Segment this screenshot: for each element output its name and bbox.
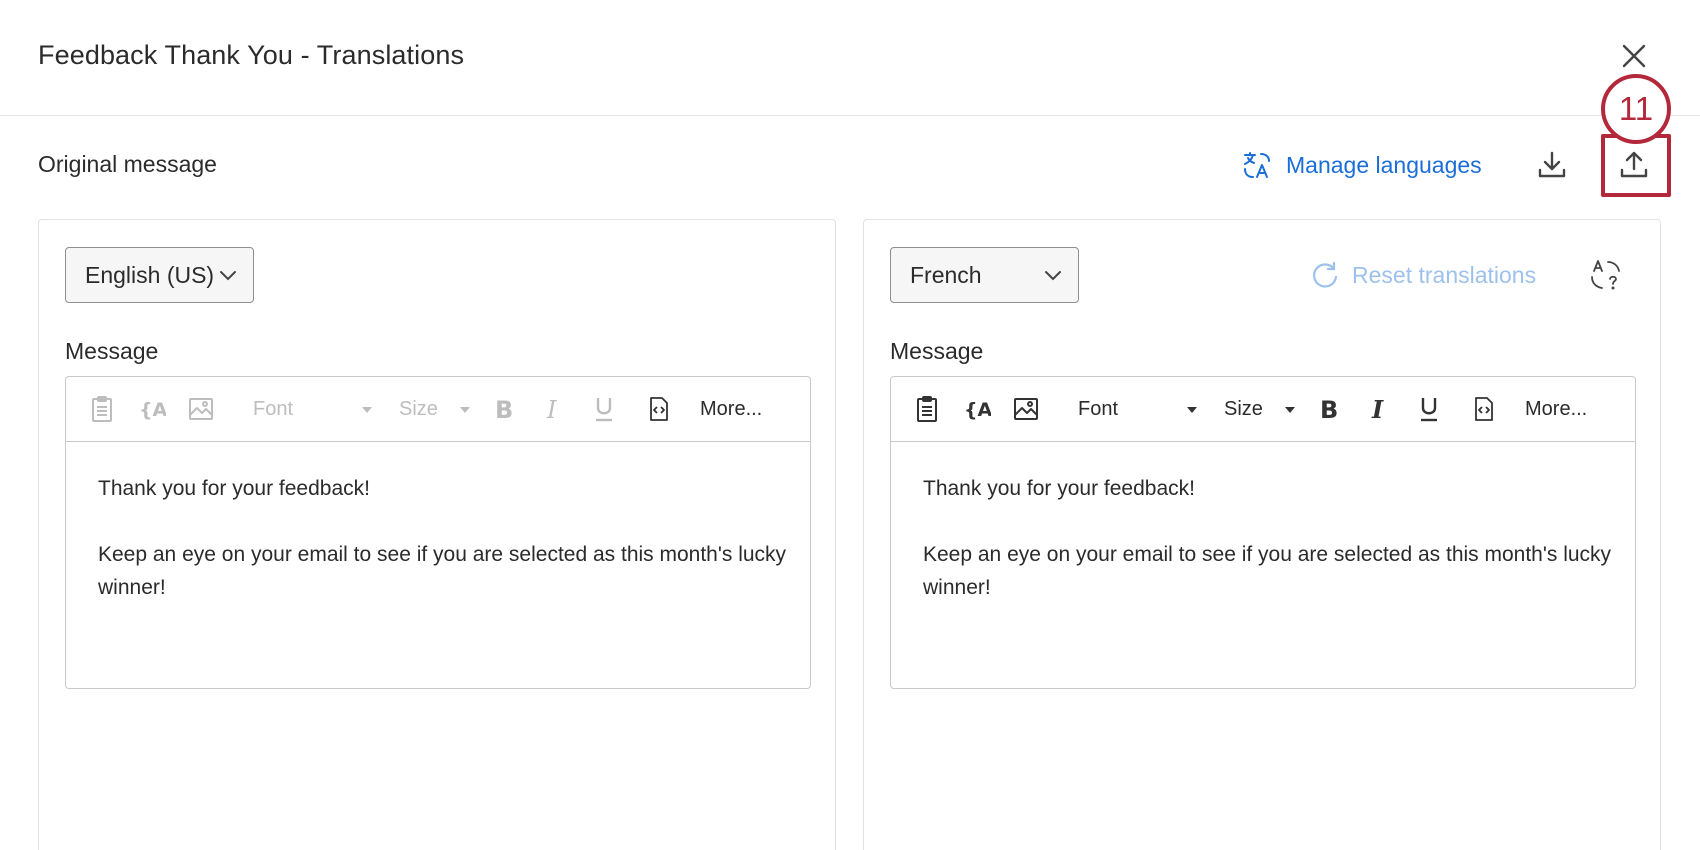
chevron-down-icon: [220, 271, 236, 281]
refresh-icon: [1313, 261, 1338, 288]
svg-text:{A}: {A}: [139, 399, 166, 421]
italic-icon: I: [546, 396, 557, 422]
reset-translations-button[interactable]: Reset translations: [1310, 257, 1536, 293]
underline-icon: [596, 398, 612, 422]
paste-button[interactable]: [915, 394, 939, 424]
original-message-editor: {A} Font Si: [65, 376, 811, 689]
piped-text-icon: {A}: [139, 399, 166, 421]
detect-language-button[interactable]: [1588, 257, 1624, 293]
size-dropdown: Size: [399, 394, 471, 424]
detect-language-icon: [1591, 260, 1620, 290]
manage-languages-button[interactable]: Manage languages: [1242, 145, 1482, 185]
dialog-header: Feedback Thank You - Translations: [0, 0, 1700, 116]
italic-button: I: [544, 394, 564, 424]
image-icon: [1014, 398, 1038, 420]
translation-language-dropdown[interactable]: French: [890, 247, 1079, 303]
caret-down-icon: [1285, 407, 1295, 413]
underline-button[interactable]: [1418, 394, 1440, 424]
translation-message-editor[interactable]: {A} Font Si: [890, 376, 1636, 689]
chevron-down-icon: [1045, 271, 1061, 281]
message-label: Message: [65, 338, 159, 364]
underline-button: [593, 394, 615, 424]
bold-icon: B: [495, 396, 513, 422]
caret-down-icon: [362, 407, 372, 413]
translate-icon: [1244, 152, 1270, 178]
editor-toolbar: {A} Font Si: [66, 377, 810, 442]
underline-icon: [1421, 398, 1437, 422]
svg-text:I: I: [1371, 396, 1384, 422]
original-language-panel: English (US) Message {A Font Size B I Mo…: [38, 219, 836, 850]
message-body[interactable]: Thank you for your feedback! Keep an eye…: [923, 472, 1613, 637]
source-code-button[interactable]: [1473, 394, 1495, 424]
font-dropdown[interactable]: Font: [1078, 394, 1198, 424]
image-icon: [189, 398, 213, 420]
font-dropdown: Font: [253, 394, 373, 424]
paste-button: [90, 394, 114, 424]
more-options-button[interactable]: More...: [700, 394, 762, 424]
translation-language-panel: French Reset translations Message {A Fon…: [863, 219, 1661, 850]
translations-dialog: Feedback Thank You - Translations Origin…: [0, 0, 1700, 850]
message-line: Thank you for your feedback!: [98, 477, 370, 500]
size-label: Size: [1224, 397, 1263, 420]
font-label: Font: [253, 397, 294, 420]
insert-image-button[interactable]: [1013, 394, 1039, 424]
piped-text-button[interactable]: {A}: [963, 394, 991, 424]
bold-icon: B: [1320, 396, 1338, 422]
original-message-label: Original message: [38, 151, 217, 177]
editor-toolbar: {A} Font Si: [891, 377, 1635, 442]
bold-button[interactable]: B: [1319, 394, 1339, 424]
source-code-icon: [650, 397, 668, 421]
message-body: Thank you for your feedback! Keep an eye…: [98, 472, 788, 637]
caret-down-icon: [460, 407, 470, 413]
svg-text:B: B: [495, 396, 513, 422]
clipboard-icon: [92, 396, 112, 422]
message-line: Keep an eye on your email to see if you …: [98, 543, 787, 599]
download-icon: [1538, 151, 1566, 178]
original-language-dropdown[interactable]: English (US): [65, 247, 254, 303]
italic-button[interactable]: I: [1369, 394, 1389, 424]
message-line: Keep an eye on your email to see if you …: [923, 543, 1612, 599]
svg-text:B: B: [1320, 396, 1338, 422]
selected-language: French: [910, 261, 982, 288]
message-label: Message: [890, 338, 984, 364]
caret-down-icon: [1187, 407, 1197, 413]
close-button[interactable]: [1618, 40, 1650, 72]
insert-image-button: [188, 394, 214, 424]
dialog-title: Feedback Thank You - Translations: [38, 40, 465, 70]
piped-text-button: {A}: [138, 394, 166, 424]
italic-icon: I: [1371, 396, 1384, 422]
source-code-icon: [1475, 397, 1493, 421]
download-translations-button[interactable]: [1535, 148, 1569, 182]
svg-text:I: I: [546, 396, 557, 422]
source-code-button[interactable]: [648, 394, 670, 424]
message-line: Thank you for your feedback!: [923, 477, 1195, 500]
manage-languages-label: Manage languages: [1286, 151, 1482, 178]
reset-translations-label: Reset translations: [1352, 261, 1537, 288]
clipboard-icon: [917, 396, 937, 422]
more-options-button[interactable]: More...: [1525, 394, 1587, 424]
annotation-step-number: 11: [1601, 74, 1671, 144]
font-label: Font: [1078, 397, 1119, 420]
bold-button: B: [494, 394, 514, 424]
size-dropdown[interactable]: Size: [1224, 394, 1296, 424]
close-icon: [1622, 44, 1646, 68]
piped-text-icon: {A}: [964, 399, 991, 421]
size-label: Size: [399, 397, 438, 420]
selected-language: English (US): [85, 261, 215, 288]
svg-text:{A}: {A}: [964, 399, 991, 421]
